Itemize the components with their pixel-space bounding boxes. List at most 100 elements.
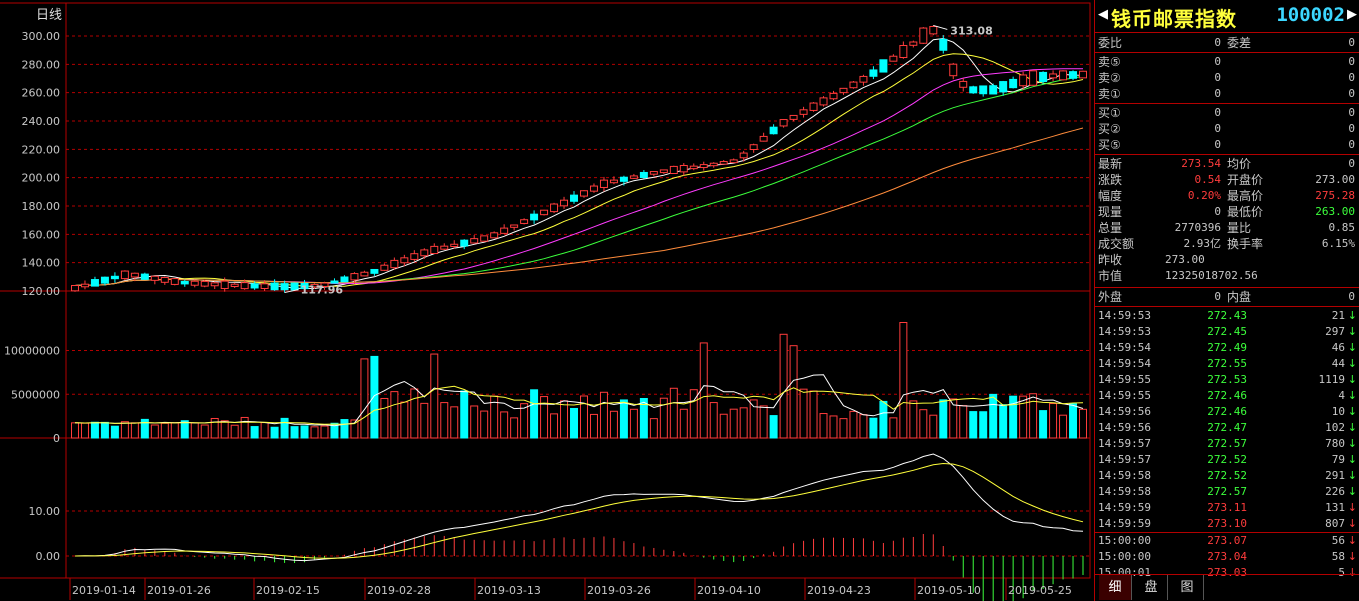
candle-body — [400, 257, 409, 264]
prev-stock-arrow-icon[interactable]: ◀ — [1098, 7, 1108, 22]
volume-bar — [70, 422, 79, 439]
buy-order-row: 买⑤ 0 0 — [1095, 137, 1359, 153]
volume-bar — [510, 417, 519, 439]
down-arrow-icon: ↓ — [1347, 309, 1357, 322]
tick-time: 14:59:59 — [1098, 517, 1151, 530]
tick-row: 14:59:56 272.47 102 ↓ — [1095, 420, 1359, 436]
candle-body — [470, 238, 479, 244]
volume-bar — [440, 402, 449, 439]
volume-bar — [230, 424, 239, 439]
tick-list[interactable]: 14:59:53 272.43 21 ↓ 14:59:53 272.45 297 ↓ 14:59… — [1095, 307, 1359, 581]
down-arrow-icon: ↓ — [1347, 373, 1357, 386]
volume-bar — [160, 422, 169, 439]
volume-bar — [699, 342, 708, 439]
kline-chart-svg[interactable]: 120.00 140.00 160.00 180.00 200.00 220.00 240.… — [0, 0, 1094, 601]
tick-volume: 807 — [1325, 517, 1345, 530]
down-arrow-icon: ↓ — [1347, 485, 1357, 498]
volume-bar — [190, 422, 199, 439]
tick-time: 14:59:55 — [1098, 373, 1151, 386]
volume-bar — [769, 415, 778, 439]
tick-price: 273.10 — [1207, 517, 1247, 530]
tick-price: 272.52 — [1207, 453, 1247, 466]
volume-bar — [520, 403, 529, 439]
stat-label: 幅度 — [1098, 189, 1123, 203]
stat-label: 换手率 — [1227, 237, 1264, 251]
next-stock-arrow-icon[interactable]: ▶ — [1347, 7, 1357, 22]
stat-value: 12325018702.56 — [1165, 269, 1258, 282]
tab-detail[interactable]: 细 — [1099, 575, 1132, 600]
price-tick-label: 180.00 — [22, 200, 61, 213]
volume-bar — [759, 405, 768, 439]
candle-body — [1049, 73, 1058, 79]
volume-bar — [200, 424, 209, 439]
candle-body — [130, 272, 139, 278]
volume-bar — [1029, 393, 1038, 439]
candle-body — [70, 285, 79, 292]
candle-body — [220, 280, 229, 290]
candle-body — [1079, 70, 1088, 79]
volume-bar — [919, 409, 928, 439]
tick-time: 14:59:57 — [1098, 437, 1151, 450]
date-tick-label: 2019-03-26 — [587, 584, 651, 597]
candle-body — [699, 164, 708, 169]
volume-bar — [420, 402, 429, 439]
stat-row: 总量 2770396 量比 0.85 — [1095, 220, 1359, 236]
ma20-line — [74, 68, 1083, 286]
stat-label: 总量 — [1098, 221, 1123, 235]
candle-body — [639, 171, 648, 179]
volume-bar — [849, 410, 858, 439]
tab-chart[interactable]: 图 — [1171, 575, 1204, 600]
volume-bar — [979, 411, 988, 439]
volume-bar — [809, 390, 818, 439]
candle-body — [560, 199, 569, 207]
volume-bar — [679, 408, 688, 439]
candle-body — [1009, 78, 1018, 89]
stat-label: 开盘价 — [1227, 173, 1264, 187]
buy-volume: 0 — [1348, 138, 1355, 151]
tick-row: 14:59:58 272.52 291 ↓ — [1095, 468, 1359, 484]
candle-body — [190, 280, 199, 286]
candle-body — [979, 85, 988, 95]
candle-body — [1069, 71, 1078, 79]
volume-bar — [799, 388, 808, 439]
candle-body — [510, 224, 519, 228]
candle-body — [520, 219, 529, 224]
sell-price: 0 — [1214, 71, 1221, 84]
candle-body — [540, 209, 549, 216]
volume-bar — [859, 414, 868, 439]
period-label: 日线 — [36, 8, 63, 23]
candle-body — [350, 273, 359, 281]
weibi-section: 委比 0 委差 0 — [1095, 33, 1359, 53]
kline-chart-area[interactable]: 120.00 140.00 160.00 180.00 200.00 220.00 240.… — [0, 0, 1094, 601]
volume-bar — [100, 421, 109, 439]
candle-body — [1059, 70, 1068, 81]
down-arrow-icon: ↓ — [1347, 550, 1357, 563]
stat-row: 幅度 0.20% 最高价 275.28 — [1095, 188, 1359, 204]
ma10-line — [74, 53, 1084, 287]
volume-bar — [280, 417, 289, 439]
tick-price: 272.46 — [1207, 405, 1247, 418]
down-arrow-icon: ↓ — [1347, 469, 1357, 482]
price-tick-label: 120.00 — [22, 285, 61, 298]
candle-body — [939, 38, 948, 51]
down-arrow-icon: ↓ — [1347, 437, 1357, 450]
tick-time: 14:59:54 — [1098, 341, 1151, 354]
tab-order-book[interactable]: 盘 — [1135, 575, 1168, 600]
volume-tick-label: 10000000 — [4, 345, 60, 358]
down-arrow-icon: ↓ — [1347, 341, 1357, 354]
price-tick-label: 300.00 — [22, 30, 61, 43]
buy-order-row: 买① 0 0 — [1095, 105, 1359, 121]
tick-volume: 297 — [1325, 325, 1345, 338]
candle-body — [959, 80, 968, 88]
stock-code: 100002 — [1276, 4, 1345, 26]
down-arrow-icon: ↓ — [1347, 517, 1357, 530]
down-arrow-icon: ↓ — [1347, 534, 1357, 547]
stat-label: 量比 — [1227, 221, 1252, 235]
tick-time: 14:59:55 — [1098, 389, 1151, 402]
tick-row: 14:59:56 272.46 10 ↓ — [1095, 404, 1359, 420]
volume-bar — [290, 426, 299, 439]
tick-volume: 291 — [1325, 469, 1345, 482]
grid-layer — [0, 2, 1091, 600]
candle-body — [659, 169, 668, 174]
volume-bar — [240, 416, 249, 439]
